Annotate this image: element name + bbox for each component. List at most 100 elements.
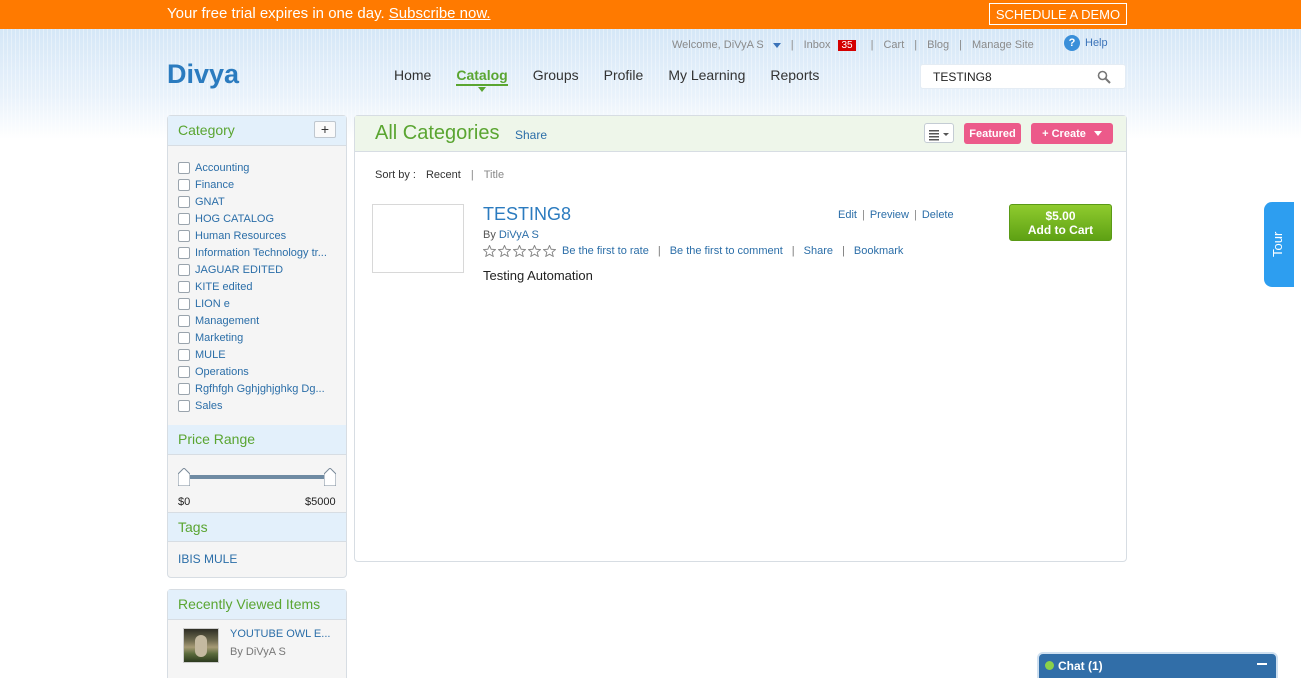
- category-label[interactable]: LION e: [195, 298, 230, 310]
- category-item[interactable]: JAGUAR EDITED: [178, 261, 336, 278]
- category-label[interactable]: Rgfhfgh Gghjghjghkg Dg...: [195, 383, 325, 395]
- nav-groups[interactable]: Groups: [533, 67, 579, 86]
- nav-profile[interactable]: Profile: [604, 67, 644, 86]
- category-item[interactable]: MULE: [178, 346, 336, 363]
- category-label[interactable]: Marketing: [195, 332, 243, 344]
- preview-link[interactable]: Preview: [870, 209, 909, 221]
- search-icon[interactable]: [1097, 70, 1111, 84]
- category-checkbox[interactable]: [178, 382, 190, 395]
- rate-link[interactable]: Be the first to rate: [562, 245, 649, 257]
- recently-viewed-title: Recently Viewed Items: [178, 596, 321, 612]
- category-label[interactable]: KITE edited: [195, 281, 252, 293]
- slider-max-handle[interactable]: [324, 468, 336, 486]
- category-item[interactable]: Marketing: [178, 329, 336, 346]
- category-checkbox[interactable]: [178, 365, 190, 378]
- minimize-icon[interactable]: [1257, 663, 1267, 665]
- add-to-cart-button[interactable]: $5.00 Add to Cart: [1009, 204, 1112, 241]
- category-label[interactable]: Sales: [195, 400, 223, 412]
- category-label[interactable]: Management: [195, 315, 259, 327]
- manage-site-link[interactable]: Manage Site: [972, 39, 1034, 51]
- category-checkbox[interactable]: [178, 229, 190, 242]
- category-checkbox[interactable]: [178, 195, 190, 208]
- nav-catalog[interactable]: Catalog: [456, 67, 508, 92]
- category-label[interactable]: GNAT: [195, 196, 225, 208]
- category-item[interactable]: Sales: [178, 397, 336, 414]
- category-checkbox[interactable]: [178, 297, 190, 310]
- star-icon[interactable]: [513, 245, 526, 257]
- category-label[interactable]: Operations: [195, 366, 249, 378]
- search-input[interactable]: [933, 70, 1093, 84]
- create-button[interactable]: + Create: [1031, 123, 1113, 144]
- category-label[interactable]: Information Technology tr...: [195, 247, 327, 259]
- edit-link[interactable]: Edit: [838, 209, 857, 221]
- course-thumbnail[interactable]: [372, 204, 464, 273]
- category-item[interactable]: Accounting: [178, 159, 336, 176]
- category-item[interactable]: Information Technology tr...: [178, 244, 336, 261]
- category-checkbox[interactable]: [178, 246, 190, 259]
- help-link[interactable]: ? Help: [1064, 35, 1108, 51]
- star-icon[interactable]: [483, 245, 496, 257]
- nav-home[interactable]: Home: [394, 67, 431, 86]
- course-title[interactable]: TESTING8: [483, 204, 571, 225]
- comment-link[interactable]: Be the first to comment: [670, 245, 783, 257]
- schedule-demo-button[interactable]: SCHEDULE A DEMO: [989, 3, 1127, 25]
- category-item[interactable]: Human Resources: [178, 227, 336, 244]
- category-checkbox[interactable]: [178, 178, 190, 191]
- category-label[interactable]: Human Resources: [195, 230, 286, 242]
- chat-bar[interactable]: Chat (1): [1037, 652, 1278, 678]
- category-label[interactable]: HOG CATALOG: [195, 213, 274, 225]
- subscribe-link[interactable]: Subscribe now.: [389, 5, 491, 22]
- category-checkbox[interactable]: [178, 314, 190, 327]
- course-author[interactable]: DiVyA S: [499, 229, 539, 241]
- category-checkbox[interactable]: [178, 399, 190, 412]
- star-icon[interactable]: [543, 245, 556, 257]
- delete-link[interactable]: Delete: [922, 209, 954, 221]
- price-range-slider[interactable]: [178, 468, 336, 489]
- sort-recent[interactable]: Recent: [426, 169, 461, 181]
- category-item[interactable]: LION e: [178, 295, 336, 312]
- category-checkbox[interactable]: [178, 331, 190, 344]
- category-label[interactable]: Finance: [195, 179, 234, 191]
- trial-text: Your free trial expires in one day.: [167, 5, 385, 22]
- category-item[interactable]: KITE edited: [178, 278, 336, 295]
- view-toggle-button[interactable]: [924, 123, 954, 143]
- sort-title[interactable]: Title: [484, 169, 504, 181]
- category-label[interactable]: JAGUAR EDITED: [195, 264, 283, 276]
- recent-item-title[interactable]: YOUTUBE OWL E...: [230, 628, 330, 640]
- category-checkbox[interactable]: [178, 280, 190, 293]
- chevron-down-icon[interactable]: [772, 42, 781, 48]
- category-checkbox[interactable]: [178, 348, 190, 361]
- course-share-link[interactable]: Share: [804, 245, 833, 257]
- category-item[interactable]: Finance: [178, 176, 336, 193]
- category-item[interactable]: Rgfhfgh Gghjghjghkg Dg...: [178, 380, 336, 397]
- slider-min-handle[interactable]: [178, 468, 190, 486]
- category-label[interactable]: Accounting: [195, 162, 249, 174]
- share-link[interactable]: Share: [515, 128, 547, 142]
- category-checkbox[interactable]: [178, 161, 190, 174]
- featured-button[interactable]: Featured: [964, 123, 1021, 144]
- category-item[interactable]: Operations: [178, 363, 336, 380]
- welcome-user[interactable]: Welcome, DiVyA S: [672, 39, 764, 51]
- nav-my-learning[interactable]: My Learning: [668, 67, 745, 86]
- inbox-link[interactable]: Inbox: [804, 39, 831, 51]
- nav-reports[interactable]: Reports: [770, 67, 819, 86]
- tour-tab[interactable]: Tour: [1264, 202, 1294, 287]
- star-icon[interactable]: [528, 245, 541, 257]
- price-range-header: Price Range: [168, 425, 346, 455]
- site-logo[interactable]: Divya: [167, 59, 239, 90]
- help-label: Help: [1085, 37, 1108, 49]
- category-item[interactable]: GNAT: [178, 193, 336, 210]
- recently-viewed-header: Recently Viewed Items: [168, 590, 346, 620]
- add-category-button[interactable]: +: [314, 121, 336, 138]
- tag-link[interactable]: IBIS MULE: [178, 552, 237, 566]
- recent-item[interactable]: YOUTUBE OWL E... By DiVyA S: [183, 628, 330, 663]
- blog-link[interactable]: Blog: [927, 39, 949, 51]
- category-item[interactable]: HOG CATALOG: [178, 210, 336, 227]
- bookmark-link[interactable]: Bookmark: [854, 245, 904, 257]
- star-icon[interactable]: [498, 245, 511, 257]
- category-item[interactable]: Management: [178, 312, 336, 329]
- category-label[interactable]: MULE: [195, 349, 226, 361]
- category-checkbox[interactable]: [178, 212, 190, 225]
- category-checkbox[interactable]: [178, 263, 190, 276]
- cart-link[interactable]: Cart: [883, 39, 904, 51]
